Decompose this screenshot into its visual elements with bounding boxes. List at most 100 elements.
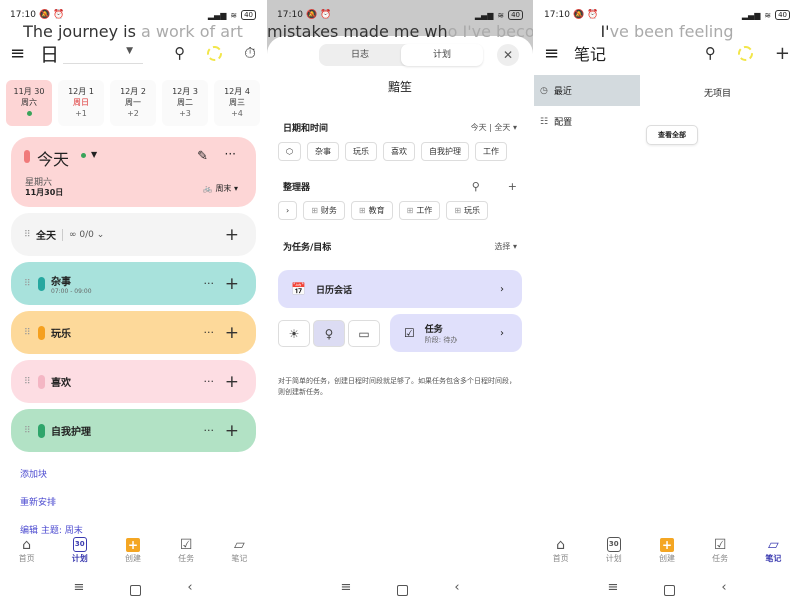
- add-icon[interactable]: +: [225, 372, 239, 392]
- back-icon[interactable]: ‹: [187, 580, 192, 602]
- lyric-overlay: I've been feeling: [600, 22, 734, 41]
- organizer-chip[interactable]: ⊞ 玩乐: [446, 201, 489, 220]
- more-icon[interactable]: ···: [204, 375, 215, 388]
- drag-handle-icon[interactable]: ⠿: [24, 328, 36, 338]
- tab-journal[interactable]: 日志: [319, 44, 401, 66]
- search-icon[interactable]: ⚲: [174, 44, 185, 62]
- today-title: 今天: [37, 150, 70, 169]
- block-time: 07:00 - 09:00: [51, 287, 92, 295]
- nav-note[interactable]: ▱ 笔记: [219, 536, 259, 572]
- block-chip[interactable]: 杂事: [306, 142, 339, 161]
- menu-icon[interactable]: ≡: [10, 43, 34, 64]
- block-chip[interactable]: 工作: [474, 142, 507, 161]
- time-block[interactable]: ⠿ 喜欢 ··· +: [11, 360, 256, 403]
- time-block[interactable]: ⠿ 玩乐 ··· +: [11, 311, 256, 354]
- day-cell[interactable]: 12月 3 周二 +3: [162, 80, 208, 126]
- nav-home[interactable]: ⌂ 首页: [7, 536, 47, 572]
- tab-plan[interactable]: 计划: [401, 44, 483, 66]
- nav-clipboard-check[interactable]: ☑ 任务: [166, 536, 206, 572]
- day-cell[interactable]: 12月 1 周日 +1: [58, 80, 104, 126]
- caret-down-icon[interactable]: ▼: [91, 150, 97, 159]
- nav-label: 笔记: [231, 554, 248, 563]
- home-icon: ⌂: [22, 536, 32, 553]
- block-chip[interactable]: 喜欢: [382, 142, 415, 161]
- date-time-selector[interactable]: 今天 | 全天 ▾: [471, 122, 517, 133]
- nav-note[interactable]: ▱ 笔记: [753, 536, 793, 572]
- calendar-session-button[interactable]: 📅 日历会话 ›: [278, 270, 522, 308]
- sheet-title[interactable]: 黯笙: [267, 78, 533, 95]
- home-button-icon[interactable]: [130, 585, 142, 596]
- time-block[interactable]: ⠿ 自我护理 ··· +: [11, 409, 256, 452]
- today-card[interactable]: 今天 ▼ ✎ ··· 星期六 11月30日 🚲 周末 ▾: [11, 137, 256, 207]
- add-icon[interactable]: +: [508, 180, 517, 193]
- recents-icon[interactable]: ≡: [340, 580, 351, 602]
- more-icon[interactable]: ···: [204, 424, 215, 437]
- sync-icon[interactable]: [737, 45, 753, 61]
- work-type-button[interactable]: ▭: [348, 320, 380, 347]
- add-icon[interactable]: +: [775, 43, 790, 64]
- organizer-chip-label: 财务: [320, 206, 337, 215]
- drag-handle-icon[interactable]: ⠿: [24, 426, 36, 436]
- search-icon[interactable]: ⚲: [705, 44, 716, 62]
- menu-icon[interactable]: ≡: [544, 43, 568, 64]
- sidebar-item-config[interactable]: ☷ 配置: [534, 106, 640, 137]
- organizer-chip[interactable]: ⊞ 教育: [350, 201, 393, 220]
- allday-row[interactable]: ⠿ 全天 ∞ 0/0 ⌄ +: [11, 213, 256, 256]
- block-chip-default[interactable]: ⬡: [278, 142, 301, 161]
- drag-handle-icon[interactable]: ⠿: [24, 377, 36, 387]
- nav-plus-box[interactable]: + 创建: [647, 536, 687, 572]
- pin-type-button[interactable]: ♀: [313, 320, 345, 347]
- add-icon[interactable]: +: [225, 323, 239, 343]
- loop-progress[interactable]: ∞ 0/0 ⌄: [69, 230, 104, 240]
- back-icon[interactable]: ‹: [721, 580, 726, 602]
- organizer-chip[interactable]: ⊞ 工作: [398, 201, 441, 220]
- nav-clipboard-check[interactable]: ☑ 任务: [700, 536, 740, 572]
- timer-icon[interactable]: ⏱: [244, 44, 256, 62]
- expand-chip[interactable]: ›: [278, 201, 298, 220]
- add-icon[interactable]: +: [225, 421, 239, 441]
- edit-icon[interactable]: ✎: [197, 149, 208, 164]
- nav-calendar[interactable]: 30 计划: [60, 536, 100, 572]
- action-link[interactable]: 重新安排: [20, 495, 83, 523]
- block-chip[interactable]: 玩乐: [344, 142, 377, 161]
- task-button[interactable]: ☑ 任务 阶段: 待办 ›: [390, 314, 522, 352]
- nav-home[interactable]: ⌂ 首页: [541, 536, 581, 572]
- theme-selector[interactable]: 🚲 周末 ▾: [203, 183, 238, 194]
- idea-type-button[interactable]: ☀: [278, 320, 310, 347]
- note-icon: ▱: [767, 536, 779, 553]
- more-icon[interactable]: ···: [204, 277, 215, 290]
- search-icon[interactable]: ⚲: [472, 180, 480, 193]
- more-icon[interactable]: ···: [225, 147, 236, 161]
- hint-text: 对于简单的任务，创建日程时间段就足够了。如果任务包含多个日程时间段，则创建新任务…: [278, 377, 516, 396]
- view-all-button[interactable]: 查看全部: [646, 125, 698, 145]
- drag-handle-icon[interactable]: ⠿: [24, 230, 36, 240]
- drag-handle-icon[interactable]: ⠿: [24, 279, 36, 289]
- day-cell[interactable]: 12月 4 周三 +4: [214, 80, 260, 126]
- grid-icon: ⊞: [406, 206, 414, 215]
- organizer-chip[interactable]: ⊞ 财务: [303, 201, 345, 220]
- goal-selector[interactable]: 选择 ▾: [494, 241, 517, 252]
- home-button-icon[interactable]: [397, 585, 409, 596]
- close-icon[interactable]: ✕: [497, 44, 519, 66]
- system-nav: ≡ ‹: [267, 580, 533, 602]
- grid-icon: ⊞: [454, 206, 462, 215]
- more-icon[interactable]: ···: [204, 326, 215, 339]
- action-link[interactable]: 添加块: [20, 467, 83, 495]
- add-icon[interactable]: +: [225, 225, 239, 245]
- block-chip[interactable]: 自我护理: [420, 142, 469, 161]
- block-label: 杂事 07:00 - 09:00: [51, 273, 92, 295]
- home-button-icon[interactable]: [664, 585, 676, 596]
- recents-icon[interactable]: ≡: [73, 580, 84, 602]
- add-icon[interactable]: +: [225, 274, 239, 294]
- nav-calendar[interactable]: 30 计划: [594, 536, 634, 572]
- recents-icon[interactable]: ≡: [607, 580, 618, 602]
- day-cell[interactable]: 11月 30 周六: [6, 80, 52, 126]
- nav-plus-box[interactable]: + 创建: [113, 536, 153, 572]
- time-block[interactable]: ⠿ 杂事 07:00 - 09:00 ··· +: [11, 262, 256, 305]
- sliders-icon: ☷: [540, 116, 549, 127]
- sidebar-item-recent[interactable]: ◷ 最近: [534, 75, 640, 106]
- view-dropdown[interactable]: ▼: [63, 42, 144, 64]
- back-icon[interactable]: ‹: [454, 580, 459, 602]
- sync-icon[interactable]: [207, 45, 223, 61]
- day-cell[interactable]: 12月 2 周一 +2: [110, 80, 156, 126]
